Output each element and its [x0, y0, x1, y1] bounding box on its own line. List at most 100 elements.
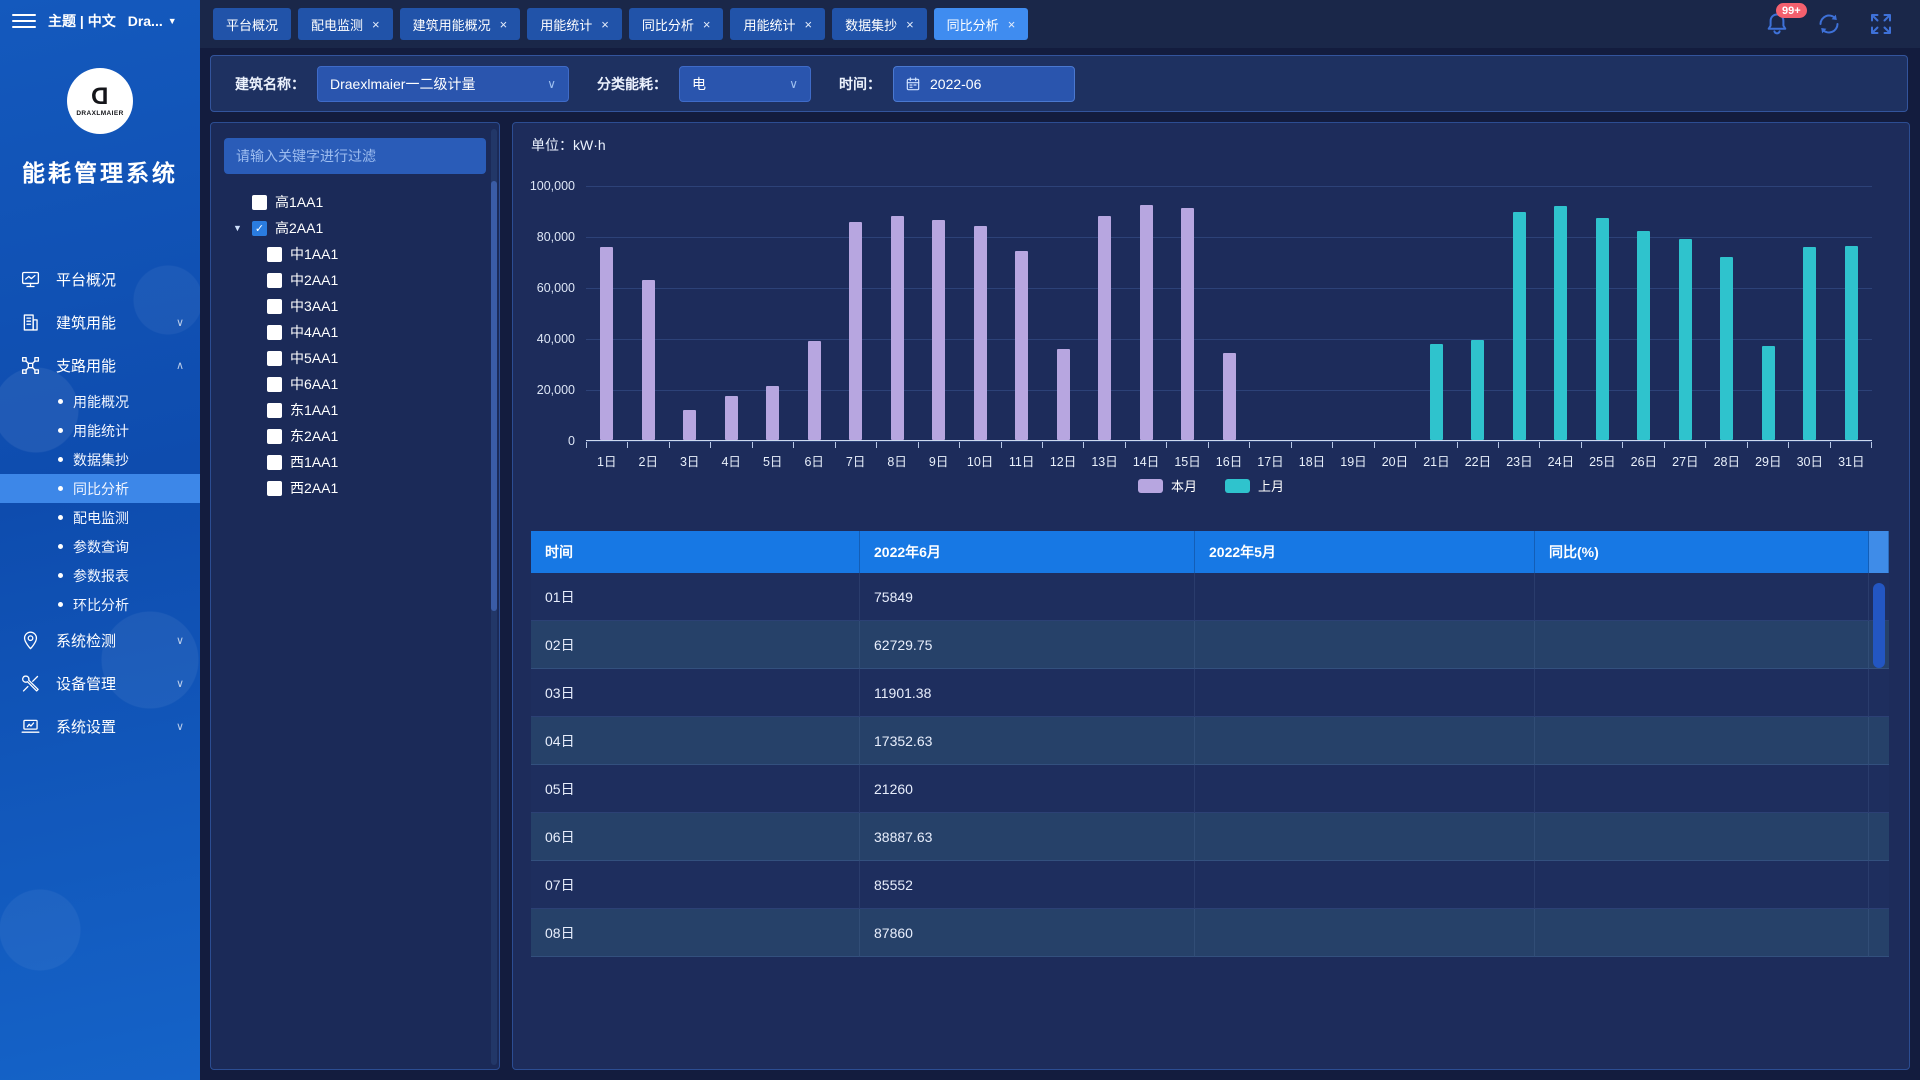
bar-本月-day7[interactable]	[849, 222, 862, 440]
checkbox[interactable]	[267, 325, 282, 340]
checkbox[interactable]	[252, 195, 267, 210]
refresh-button[interactable]	[1815, 10, 1843, 38]
table-scrollbar-thumb[interactable]	[1873, 583, 1885, 668]
tree-node-11[interactable]: 西1AA1	[211, 449, 499, 475]
checkbox[interactable]	[267, 377, 282, 392]
close-tab-icon[interactable]: ×	[906, 17, 914, 32]
bar-slot-day-4	[710, 185, 751, 440]
bar-上月-day24[interactable]	[1554, 206, 1567, 440]
checkbox[interactable]	[267, 247, 282, 262]
close-tab-icon[interactable]: ×	[1008, 17, 1016, 32]
bar-本月-day14[interactable]	[1140, 205, 1153, 440]
tab-6[interactable]: 用能统计×	[730, 8, 825, 40]
tree-node-4[interactable]: 中2AA1	[211, 267, 499, 293]
bar-上月-day26[interactable]	[1637, 231, 1650, 440]
submenu-item-3[interactable]: 数据集抄	[0, 445, 200, 474]
bar-本月-day5[interactable]	[766, 386, 779, 440]
bar-本月-day8[interactable]	[891, 216, 904, 440]
menu-item-6[interactable]: 系统设置∨	[0, 705, 200, 748]
checkbox[interactable]	[267, 403, 282, 418]
bar-上月-day27[interactable]	[1679, 239, 1692, 440]
menu-item-3[interactable]: 支路用能∧	[0, 344, 200, 387]
checkbox[interactable]	[267, 455, 282, 470]
tree-filter-input[interactable]	[224, 138, 486, 174]
submenu-item-1[interactable]: 用能概况	[0, 387, 200, 416]
axis-tick	[1831, 442, 1872, 448]
bar-上月-day28[interactable]	[1720, 257, 1733, 440]
date-picker[interactable]: 2022-06	[893, 66, 1075, 102]
chevron-down-icon: ∨	[789, 77, 798, 91]
menu-item-4[interactable]: 系统检测∨	[0, 619, 200, 662]
tree-node-12[interactable]: 西2AA1	[211, 475, 499, 501]
checkbox[interactable]	[267, 481, 282, 496]
user-selector[interactable]: Dra... ▼	[128, 13, 177, 29]
bar-本月-day15[interactable]	[1181, 208, 1194, 440]
notifications-button[interactable]: 99+	[1763, 10, 1791, 38]
bar-本月-day13[interactable]	[1098, 216, 1111, 440]
legend-item-本月[interactable]: 本月	[1138, 476, 1197, 495]
bar-上月-day29[interactable]	[1762, 346, 1775, 440]
bar-上月-day25[interactable]	[1596, 218, 1609, 440]
bar-上月-day31[interactable]	[1845, 246, 1858, 440]
tree-node-9[interactable]: 东1AA1	[211, 397, 499, 423]
submenu-item-6[interactable]: 参数查询	[0, 532, 200, 561]
tree-node-6[interactable]: 中4AA1	[211, 319, 499, 345]
checkbox-checked[interactable]: ✓	[252, 221, 267, 236]
legend-item-上月[interactable]: 上月	[1225, 476, 1284, 495]
energy-type-select[interactable]: 电 ∨	[679, 66, 811, 102]
tree-node-8[interactable]: 中6AA1	[211, 371, 499, 397]
bar-本月-day4[interactable]	[725, 396, 738, 440]
submenu-item-5[interactable]: 配电监测	[0, 503, 200, 532]
checkbox[interactable]	[267, 429, 282, 444]
bar-本月-day12[interactable]	[1057, 349, 1070, 440]
checkbox[interactable]	[267, 299, 282, 314]
bar-本月-day10[interactable]	[974, 226, 987, 440]
menu-item-2[interactable]: 建筑用能∨	[0, 301, 200, 344]
bar-本月-day6[interactable]	[808, 341, 821, 440]
submenu-item-7[interactable]: 参数报表	[0, 561, 200, 590]
tab-4[interactable]: 用能统计×	[527, 8, 622, 40]
submenu-item-4[interactable]: 同比分析	[0, 474, 200, 503]
bar-上月-day22[interactable]	[1471, 340, 1484, 440]
menu-item-1[interactable]: 平台概况	[0, 258, 200, 301]
tree-node-10[interactable]: 东2AA1	[211, 423, 499, 449]
bar-本月-day3[interactable]	[683, 410, 696, 440]
close-tab-icon[interactable]: ×	[804, 17, 812, 32]
tree-node-5[interactable]: 中3AA1	[211, 293, 499, 319]
building-select[interactable]: Draexlmaier一二级计量 ∨	[317, 66, 569, 102]
x-tick-label: 20日	[1374, 451, 1415, 470]
bar-上月-day30[interactable]	[1803, 247, 1816, 440]
close-tab-icon[interactable]: ×	[601, 17, 609, 32]
tree-node-1[interactable]: 高1AA1	[211, 189, 499, 215]
fullscreen-button[interactable]	[1867, 10, 1895, 38]
bar-上月-day23[interactable]	[1513, 212, 1526, 440]
bar-本月-day16[interactable]	[1223, 353, 1236, 440]
tree-node-3[interactable]: 中1AA1	[211, 241, 499, 267]
tab-1[interactable]: 平台概况	[213, 8, 291, 40]
bar-本月-day2[interactable]	[642, 280, 655, 440]
tree-scrollbar[interactable]	[491, 129, 497, 1065]
bar-上月-day21[interactable]	[1430, 344, 1443, 440]
tab-8[interactable]: 同比分析×	[934, 8, 1029, 40]
menu-item-5[interactable]: 设备管理∨	[0, 662, 200, 705]
tab-5[interactable]: 同比分析×	[629, 8, 724, 40]
checkbox[interactable]	[267, 273, 282, 288]
bar-slot-day-26	[1623, 185, 1664, 440]
tree-node-2[interactable]: ▼✓高2AA1	[211, 215, 499, 241]
theme-language-switch[interactable]: 主题 | 中文	[48, 11, 116, 31]
close-tab-icon[interactable]: ×	[500, 17, 508, 32]
tab-7[interactable]: 数据集抄×	[832, 8, 927, 40]
tree-node-7[interactable]: 中5AA1	[211, 345, 499, 371]
submenu-item-8[interactable]: 环比分析	[0, 590, 200, 619]
bar-本月-day9[interactable]	[932, 220, 945, 440]
bar-本月-day1[interactable]	[600, 247, 613, 440]
submenu-item-2[interactable]: 用能统计	[0, 416, 200, 445]
tab-2[interactable]: 配电监测×	[298, 8, 393, 40]
caret-down-icon[interactable]: ▼	[231, 223, 244, 233]
bar-本月-day11[interactable]	[1015, 251, 1028, 440]
hamburger-menu-icon[interactable]	[12, 14, 36, 28]
checkbox[interactable]	[267, 351, 282, 366]
tab-3[interactable]: 建筑用能概况×	[400, 8, 521, 40]
close-tab-icon[interactable]: ×	[372, 17, 380, 32]
close-tab-icon[interactable]: ×	[703, 17, 711, 32]
